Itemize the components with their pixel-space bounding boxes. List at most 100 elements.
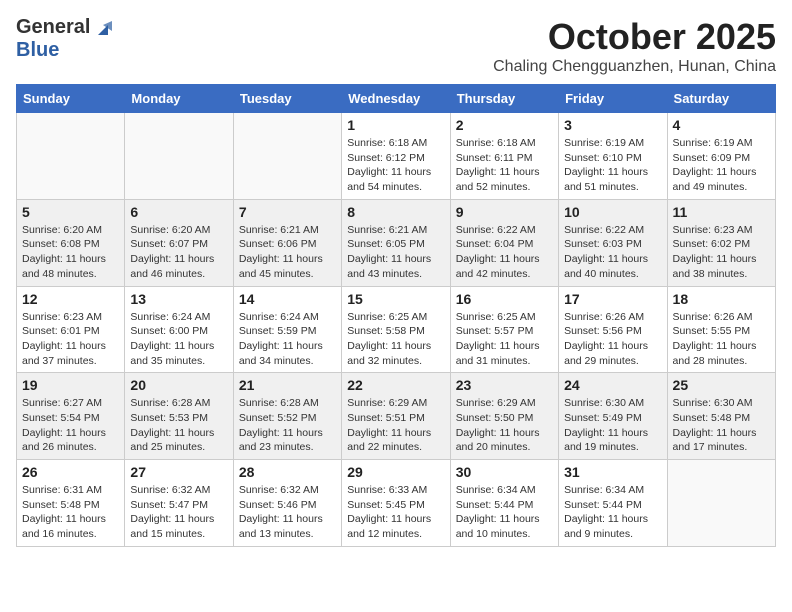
weekday-header-tuesday: Tuesday — [233, 85, 341, 113]
day-number: 29 — [347, 464, 444, 480]
calendar-table: SundayMondayTuesdayWednesdayThursdayFrid… — [16, 84, 776, 547]
day-info: Sunrise: 6:28 AM Sunset: 5:53 PM Dayligh… — [130, 396, 227, 455]
calendar-cell: 30 Sunrise: 6:34 AM Sunset: 5:44 PM Dayli… — [450, 460, 558, 547]
day-info: Sunrise: 6:18 AM Sunset: 6:12 PM Dayligh… — [347, 136, 444, 195]
logo-icon — [92, 17, 114, 39]
day-number: 17 — [564, 291, 661, 307]
calendar-cell: 4 Sunrise: 6:19 AM Sunset: 6:09 PM Daylig… — [667, 113, 775, 200]
day-number: 31 — [564, 464, 661, 480]
weekday-header-monday: Monday — [125, 85, 233, 113]
day-number: 19 — [22, 377, 119, 393]
calendar-week-row: 1 Sunrise: 6:18 AM Sunset: 6:12 PM Daylig… — [17, 113, 776, 200]
day-info: Sunrise: 6:26 AM Sunset: 5:56 PM Dayligh… — [564, 310, 661, 369]
calendar-cell: 27 Sunrise: 6:32 AM Sunset: 5:47 PM Dayli… — [125, 460, 233, 547]
day-info: Sunrise: 6:21 AM Sunset: 6:05 PM Dayligh… — [347, 223, 444, 282]
day-number: 20 — [130, 377, 227, 393]
calendar-cell: 16Sunrise: 6:25 AM Sunset: 5:57 PM Dayli… — [450, 286, 558, 373]
day-number: 24 — [564, 377, 661, 393]
day-info: Sunrise: 6:20 AM Sunset: 6:08 PM Dayligh… — [22, 223, 119, 282]
day-info: Sunrise: 6:34 AM Sunset: 5:44 PM Dayligh… — [564, 483, 661, 542]
day-number: 9 — [456, 204, 553, 220]
day-number: 12 — [22, 291, 119, 307]
calendar-cell: 11 Sunrise: 6:23 AM Sunset: 6:02 PM Dayli… — [667, 199, 775, 286]
day-info: Sunrise: 6:20 AM Sunset: 6:07 PM Dayligh… — [130, 223, 227, 282]
day-info: Sunrise: 6:30 AM Sunset: 5:48 PM Dayligh… — [673, 396, 770, 455]
calendar-cell: 17 Sunrise: 6:26 AM Sunset: 5:56 PM Dayli… — [559, 286, 667, 373]
day-info: Sunrise: 6:31 AM Sunset: 5:48 PM Dayligh… — [22, 483, 119, 542]
day-info: Sunrise: 6:34 AM Sunset: 5:44 PM Dayligh… — [456, 483, 553, 542]
calendar-cell: 5 Sunrise: 6:20 AM Sunset: 6:08 PM Daylig… — [17, 199, 125, 286]
day-number: 10 — [564, 204, 661, 220]
calendar-cell: 19 Sunrise: 6:27 AM Sunset: 5:54 PM Dayli… — [17, 373, 125, 460]
day-number: 25 — [673, 377, 770, 393]
day-info: Sunrise: 6:28 AM Sunset: 5:52 PM Dayligh… — [239, 396, 336, 455]
day-info: Sunrise: 6:27 AM Sunset: 5:54 PM Dayligh… — [22, 396, 119, 455]
day-number: 11 — [673, 204, 770, 220]
calendar-cell: 20 Sunrise: 6:28 AM Sunset: 5:53 PM Dayli… — [125, 373, 233, 460]
day-number: 27 — [130, 464, 227, 480]
calendar-cell: 6 Sunrise: 6:20 AM Sunset: 6:07 PM Daylig… — [125, 199, 233, 286]
day-info: Sunrise: 6:22 AM Sunset: 6:04 PM Dayligh… — [456, 223, 553, 282]
calendar-cell: 13Sunrise: 6:24 AM Sunset: 6:00 PM Dayli… — [125, 286, 233, 373]
day-number: 30 — [456, 464, 553, 480]
calendar-cell — [17, 113, 125, 200]
calendar-cell: 3Sunrise: 6:19 AM Sunset: 6:10 PM Daylig… — [559, 113, 667, 200]
day-info: Sunrise: 6:19 AM Sunset: 6:09 PM Dayligh… — [673, 136, 770, 195]
calendar-cell: 21 Sunrise: 6:28 AM Sunset: 5:52 PM Dayli… — [233, 373, 341, 460]
day-number: 26 — [22, 464, 119, 480]
day-info: Sunrise: 6:18 AM Sunset: 6:11 PM Dayligh… — [456, 136, 553, 195]
title-block: October 2025 Chaling Chengguanzhen, Huna… — [493, 16, 776, 76]
calendar-cell: 9 Sunrise: 6:22 AM Sunset: 6:04 PM Daylig… — [450, 199, 558, 286]
location: Chaling Chengguanzhen, Hunan, China — [493, 58, 776, 76]
day-info: Sunrise: 6:29 AM Sunset: 5:51 PM Dayligh… — [347, 396, 444, 455]
calendar-cell — [667, 460, 775, 547]
calendar-cell: 26 Sunrise: 6:31 AM Sunset: 5:48 PM Dayli… — [17, 460, 125, 547]
day-number: 23 — [456, 377, 553, 393]
calendar-cell: 28Sunrise: 6:32 AM Sunset: 5:46 PM Dayli… — [233, 460, 341, 547]
day-number: 2 — [456, 117, 553, 133]
day-info: Sunrise: 6:23 AM Sunset: 6:02 PM Dayligh… — [673, 223, 770, 282]
day-info: Sunrise: 6:25 AM Sunset: 5:58 PM Dayligh… — [347, 310, 444, 369]
calendar-cell: 14Sunrise: 6:24 AM Sunset: 5:59 PM Dayli… — [233, 286, 341, 373]
day-info: Sunrise: 6:22 AM Sunset: 6:03 PM Dayligh… — [564, 223, 661, 282]
day-number: 6 — [130, 204, 227, 220]
day-number: 21 — [239, 377, 336, 393]
day-number: 13 — [130, 291, 227, 307]
weekday-header-sunday: Sunday — [17, 85, 125, 113]
logo-blue: Blue — [16, 39, 59, 61]
day-number: 7 — [239, 204, 336, 220]
day-number: 14 — [239, 291, 336, 307]
calendar-cell: 25 Sunrise: 6:30 AM Sunset: 5:48 PM Dayli… — [667, 373, 775, 460]
calendar-cell: 23 Sunrise: 6:29 AM Sunset: 5:50 PM Dayli… — [450, 373, 558, 460]
calendar-week-row: 12Sunrise: 6:23 AM Sunset: 6:01 PM Dayli… — [17, 286, 776, 373]
day-info: Sunrise: 6:33 AM Sunset: 5:45 PM Dayligh… — [347, 483, 444, 542]
day-info: Sunrise: 6:19 AM Sunset: 6:10 PM Dayligh… — [564, 136, 661, 195]
calendar-cell: 2 Sunrise: 6:18 AM Sunset: 6:11 PM Daylig… — [450, 113, 558, 200]
weekday-header-saturday: Saturday — [667, 85, 775, 113]
day-number: 1 — [347, 117, 444, 133]
weekday-header-friday: Friday — [559, 85, 667, 113]
day-info: Sunrise: 6:26 AM Sunset: 5:55 PM Dayligh… — [673, 310, 770, 369]
calendar-cell: 10 Sunrise: 6:22 AM Sunset: 6:03 PM Dayli… — [559, 199, 667, 286]
calendar-cell: 18Sunrise: 6:26 AM Sunset: 5:55 PM Dayli… — [667, 286, 775, 373]
calendar-week-row: 19 Sunrise: 6:27 AM Sunset: 5:54 PM Dayli… — [17, 373, 776, 460]
day-info: Sunrise: 6:30 AM Sunset: 5:49 PM Dayligh… — [564, 396, 661, 455]
calendar-cell: 15Sunrise: 6:25 AM Sunset: 5:58 PM Dayli… — [342, 286, 450, 373]
day-number: 5 — [22, 204, 119, 220]
calendar-cell: 22Sunrise: 6:29 AM Sunset: 5:51 PM Dayli… — [342, 373, 450, 460]
day-number: 16 — [456, 291, 553, 307]
day-info: Sunrise: 6:32 AM Sunset: 5:47 PM Dayligh… — [130, 483, 227, 542]
logo-general: General — [16, 16, 90, 39]
calendar-cell: 31 Sunrise: 6:34 AM Sunset: 5:44 PM Dayli… — [559, 460, 667, 547]
calendar-cell: 24 Sunrise: 6:30 AM Sunset: 5:49 PM Dayli… — [559, 373, 667, 460]
weekday-header-wednesday: Wednesday — [342, 85, 450, 113]
month-title: October 2025 — [493, 16, 776, 58]
calendar-header-row: SundayMondayTuesdayWednesdayThursdayFrid… — [17, 85, 776, 113]
calendar-cell: 8Sunrise: 6:21 AM Sunset: 6:05 PM Daylig… — [342, 199, 450, 286]
calendar-cell: 12Sunrise: 6:23 AM Sunset: 6:01 PM Dayli… — [17, 286, 125, 373]
day-info: Sunrise: 6:29 AM Sunset: 5:50 PM Dayligh… — [456, 396, 553, 455]
day-info: Sunrise: 6:32 AM Sunset: 5:46 PM Dayligh… — [239, 483, 336, 542]
calendar-cell — [125, 113, 233, 200]
day-number: 4 — [673, 117, 770, 133]
page-header: General Blue October 2025 Chaling Chengg… — [16, 16, 776, 76]
